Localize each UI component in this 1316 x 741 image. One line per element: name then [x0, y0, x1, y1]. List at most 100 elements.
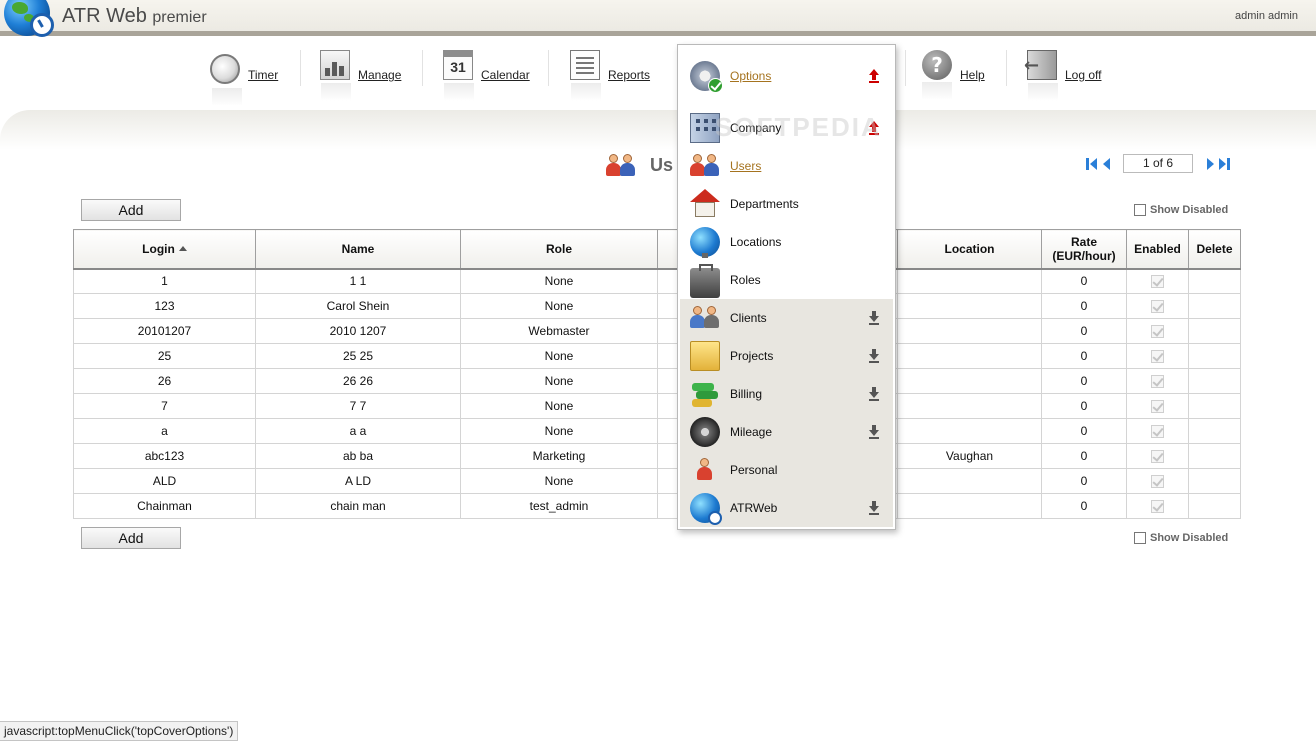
cell-name: 1 1: [255, 268, 461, 294]
cell-role: None: [460, 293, 658, 319]
nav-timer[interactable]: Timer: [210, 50, 278, 106]
table-row[interactable]: ALD A LD None 0: [73, 468, 1241, 494]
table-row[interactable]: Chainman chain man test_admin 0: [73, 493, 1241, 519]
cell-role: None: [460, 393, 658, 419]
menu-item-billing[interactable]: Billing: [680, 375, 893, 413]
menu-item-users[interactable]: Users: [680, 147, 893, 185]
expand-arrow-icon[interactable]: [869, 425, 879, 439]
menu-label-atrweb: ATRWeb: [730, 501, 778, 515]
column-header-rate[interactable]: Rate (EUR/hour): [1041, 229, 1127, 270]
nav-manage-label: Manage: [358, 68, 402, 82]
expand-arrow-icon[interactable]: [869, 501, 879, 515]
column-header-login[interactable]: Login: [73, 229, 256, 270]
atr-logo-icon: [4, 0, 54, 37]
menu-item-options[interactable]: Options: [680, 57, 893, 95]
table-header-row: Login Name Role Location Rate (EUR/hour) …: [73, 229, 1241, 270]
nav-calendar[interactable]: 31 Calendar: [443, 50, 530, 102]
menu-item-departments[interactable]: Departments: [680, 185, 893, 223]
cell-location: [897, 293, 1042, 319]
cell-role: Webmaster: [460, 318, 658, 344]
briefcase-icon: [690, 264, 720, 298]
users-icon: [690, 151, 720, 181]
cell-delete[interactable]: [1188, 293, 1241, 319]
cell-enabled: [1126, 293, 1189, 319]
cell-delete[interactable]: [1188, 468, 1241, 494]
nav-manage[interactable]: Manage: [320, 50, 401, 102]
show-disabled-toggle-bottom[interactable]: Show Disabled: [1134, 532, 1228, 544]
menu-item-atrweb[interactable]: ATRWeb: [680, 489, 893, 527]
nav-logoff[interactable]: Log off: [1024, 50, 1101, 102]
collapse-arrow-icon[interactable]: [869, 69, 879, 83]
enabled-checkbox: [1151, 275, 1164, 289]
watermark: SOFTPEDIA: [715, 112, 882, 142]
cell-delete[interactable]: [1188, 393, 1241, 419]
show-disabled-checkbox[interactable]: [1134, 204, 1146, 216]
cell-delete[interactable]: [1188, 443, 1241, 469]
nav-reports[interactable]: Reports: [570, 50, 650, 102]
table-row[interactable]: 26 26 26 None 0: [73, 368, 1241, 394]
report-document-icon: [570, 50, 601, 101]
cell-role: None: [460, 468, 658, 494]
prev-page-button[interactable]: [1099, 156, 1113, 172]
expand-arrow-icon[interactable]: [869, 311, 879, 325]
next-page-button[interactable]: [1203, 156, 1217, 172]
expand-arrow-icon[interactable]: [869, 349, 879, 363]
menu-item-locations[interactable]: Locations: [680, 223, 893, 261]
nav-separator: [905, 50, 906, 86]
show-disabled-toggle[interactable]: Show Disabled: [1134, 204, 1228, 216]
cell-delete[interactable]: [1188, 343, 1241, 369]
menu-item-mileage[interactable]: Mileage: [680, 413, 893, 451]
menu-label-billing: Billing: [730, 387, 763, 401]
cell-name: a a: [255, 418, 461, 444]
cell-location: [897, 268, 1042, 294]
cell-location: Vaughan: [897, 443, 1042, 469]
cell-rate: 0: [1041, 368, 1127, 394]
clients-icon: [690, 303, 720, 333]
cell-login: 123: [73, 293, 256, 319]
enabled-checkbox: [1151, 375, 1164, 389]
table-row[interactable]: aa a None 0: [73, 418, 1241, 444]
cell-delete[interactable]: [1188, 368, 1241, 394]
menu-item-projects[interactable]: Projects: [680, 337, 893, 375]
add-user-button-bottom[interactable]: Add: [81, 527, 181, 549]
menu-label-users: Users: [730, 159, 762, 173]
first-page-button[interactable]: [1085, 156, 1099, 172]
sort-ascending-icon: [178, 245, 187, 251]
cell-rate: 0: [1041, 343, 1127, 369]
expand-arrow-icon[interactable]: [869, 387, 879, 401]
nav-help[interactable]: ? Help: [922, 50, 985, 102]
column-header-role[interactable]: Role: [460, 229, 658, 270]
table-row[interactable]: 11 1 None 0: [73, 268, 1241, 294]
person-icon: [690, 455, 720, 485]
column-header-name[interactable]: Name: [255, 229, 461, 270]
cell-delete[interactable]: [1188, 418, 1241, 444]
cell-enabled: [1126, 468, 1189, 494]
add-user-button[interactable]: Add: [81, 199, 181, 221]
menu-label-projects: Projects: [730, 349, 774, 363]
menu-item-roles[interactable]: Roles: [680, 261, 893, 299]
enabled-checkbox: [1151, 425, 1164, 439]
table-row[interactable]: 123 Carol Shein None 0: [73, 293, 1241, 319]
cell-login: abc123: [73, 443, 256, 469]
show-disabled-checkbox[interactable]: [1134, 532, 1146, 544]
cell-delete[interactable]: [1188, 493, 1241, 519]
table-row[interactable]: 25 25 25 None 0: [73, 343, 1241, 369]
column-header-location[interactable]: Location: [897, 229, 1042, 270]
cell-enabled: [1126, 368, 1189, 394]
house-icon: [690, 189, 720, 219]
cell-login: a: [73, 418, 256, 444]
menu-item-clients[interactable]: Clients: [680, 299, 893, 337]
cell-role: None: [460, 343, 658, 369]
page-number-input[interactable]: 1 of 6: [1123, 154, 1193, 173]
table-row[interactable]: abc123 ab ba Marketing Vaughan 0: [73, 443, 1241, 469]
cell-location: [897, 343, 1042, 369]
menu-item-personal[interactable]: Personal: [680, 451, 893, 489]
last-page-button[interactable]: [1217, 156, 1231, 172]
cell-delete[interactable]: [1188, 318, 1241, 344]
cell-login: ALD: [73, 468, 256, 494]
table-row[interactable]: 20101207 2010 1207 Webmaster 0: [73, 318, 1241, 344]
money-icon: [690, 379, 720, 409]
cell-delete[interactable]: [1188, 268, 1241, 294]
cell-location: [897, 493, 1042, 519]
table-row[interactable]: 77 7 None 0: [73, 393, 1241, 419]
